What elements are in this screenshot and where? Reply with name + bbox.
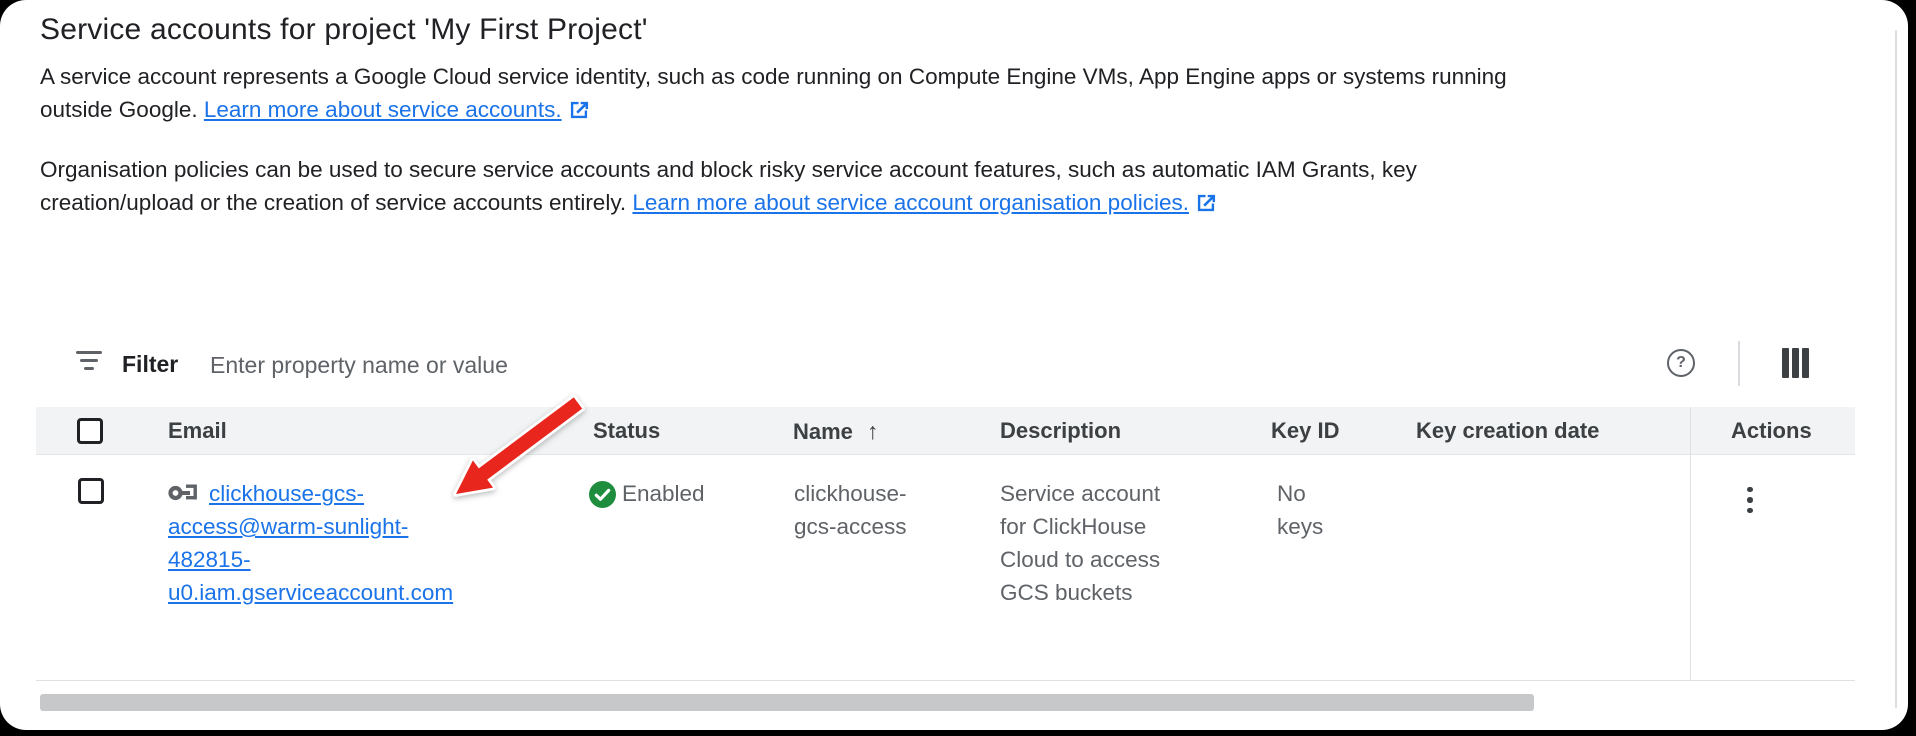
key-id-line: keys (1277, 510, 1323, 543)
filter-bar-divider (1738, 341, 1740, 386)
description-cell: Service account for ClickHouse Cloud to … (1000, 477, 1160, 609)
actions-column-divider (1690, 407, 1691, 681)
learn-more-service-accounts-link[interactable]: Learn more about service accounts. (204, 97, 562, 122)
column-header-actions: Actions (1731, 407, 1812, 455)
name-line: gcs-access (794, 510, 907, 543)
description-line: for ClickHouse (1000, 510, 1160, 543)
service-account-key-icon (168, 480, 198, 514)
page-title: Service accounts for project 'My First P… (40, 13, 648, 47)
email-link[interactable]: clickhouse-gcs- (209, 481, 364, 506)
name-line: clickhouse- (794, 477, 907, 510)
filter-label: Filter (122, 351, 178, 378)
column-header-name-label: Name (793, 419, 853, 444)
column-header-key-creation-date[interactable]: Key creation date (1416, 407, 1599, 455)
intro-paragraph-1: A service account represents a Google Cl… (40, 60, 1507, 126)
intro-paragraph-1-line-2-text: outside Google. (40, 97, 204, 122)
column-header-description[interactable]: Description (1000, 407, 1121, 455)
key-id-cell: No keys (1277, 477, 1323, 543)
filter-icon[interactable] (76, 351, 102, 373)
email-link[interactable]: 482815- (168, 547, 251, 572)
learn-more-org-policies-link[interactable]: Learn more about service account organis… (632, 190, 1189, 215)
help-icon[interactable]: ? (1667, 349, 1695, 377)
row-checkbox[interactable] (78, 478, 104, 504)
sort-arrow-up-icon: ↑ (867, 407, 879, 455)
external-link-icon (1196, 193, 1216, 213)
service-accounts-page: Service accounts for project 'My First P… (0, 0, 1916, 736)
description-line: Cloud to access (1000, 543, 1160, 576)
key-id-line: No (1277, 477, 1323, 510)
email-cell: clickhouse-gcs- access@warm-sunlight- 48… (168, 477, 508, 609)
content-right-border (1895, 30, 1897, 708)
intro-paragraph-2-line-2: creation/upload or the creation of servi… (40, 186, 1417, 219)
intro-paragraph-1-line-2: outside Google. Learn more about service… (40, 93, 1507, 126)
description-line: Service account (1000, 477, 1160, 510)
horizontal-scrollbar-thumb[interactable] (40, 694, 1534, 711)
column-header-email[interactable]: Email (168, 407, 227, 455)
column-header-key-id[interactable]: Key ID (1271, 407, 1339, 455)
column-header-status[interactable]: Status (593, 407, 660, 455)
intro-paragraph-2-line-1: Organisation policies can be used to sec… (40, 153, 1417, 186)
row-actions-kebab-menu[interactable] (1736, 477, 1764, 523)
email-link[interactable]: u0.iam.gserviceaccount.com (168, 580, 453, 605)
intro-paragraph-1-line-1: A service account represents a Google Cl… (40, 60, 1507, 93)
check-circle-icon (589, 481, 616, 513)
intro-paragraph-2-line-2-text: creation/upload or the creation of servi… (40, 190, 632, 215)
column-header-name[interactable]: Name ↑ (793, 407, 878, 455)
intro-paragraph-2: Organisation policies can be used to sec… (40, 153, 1417, 219)
header-checkbox[interactable] (77, 418, 103, 444)
name-cell: clickhouse- gcs-access (794, 477, 907, 543)
filter-input[interactable] (208, 346, 852, 384)
status-text: Enabled (622, 477, 705, 510)
column-display-icon[interactable] (1782, 348, 1809, 378)
description-line: GCS buckets (1000, 576, 1160, 609)
email-link[interactable]: access@warm-sunlight- (168, 514, 408, 539)
table-bottom-border (36, 680, 1855, 681)
email-line-1: clickhouse-gcs- (168, 477, 508, 510)
external-link-icon (569, 100, 589, 120)
